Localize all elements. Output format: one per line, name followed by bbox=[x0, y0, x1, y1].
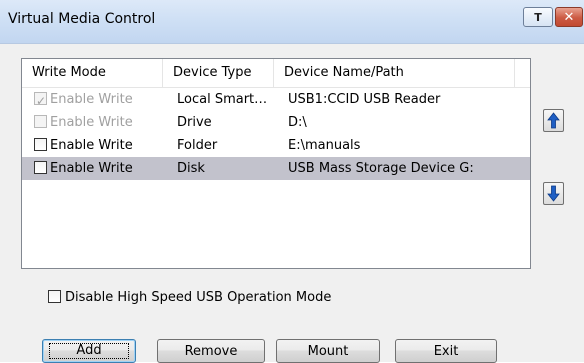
device-type-cell: Folder bbox=[177, 138, 218, 153]
write-mode-label: Enable Write bbox=[50, 138, 133, 153]
close-icon: ✕ bbox=[563, 9, 575, 25]
write-mode-label: Enable Write bbox=[50, 161, 133, 176]
remove-button[interactable]: Remove bbox=[157, 339, 265, 363]
table-row[interactable]: Enable Write Disk USB Mass Storage Device … bbox=[22, 157, 530, 180]
table-row[interactable]: Enable Write Folder E:\manuals bbox=[22, 134, 530, 157]
write-mode-cell[interactable]: Enable Write bbox=[34, 157, 133, 180]
title-bar[interactable]: Virtual Media Control T ✕ bbox=[0, 0, 584, 44]
move-up-button[interactable] bbox=[543, 109, 564, 132]
pin-icon: T bbox=[534, 10, 542, 24]
enable-write-checkbox[interactable] bbox=[34, 138, 47, 151]
device-type-cell: Local Smart… bbox=[177, 92, 268, 107]
add-button[interactable]: Add bbox=[42, 339, 136, 363]
table-row[interactable]: Enable Write Drive D:\ bbox=[22, 111, 530, 134]
dialog-content: Write Mode Device Type Device Name/Path … bbox=[0, 44, 584, 363]
enable-write-checkbox[interactable] bbox=[34, 161, 47, 174]
enable-write-checkbox: ✓ bbox=[34, 92, 47, 108]
table-row[interactable]: ✓ Enable Write Local Smart… USB1:CCID USB R… bbox=[22, 88, 530, 111]
device-name-cell: D:\ bbox=[288, 115, 307, 130]
write-mode-label: Enable Write bbox=[50, 92, 133, 107]
check-mark-icon: ✓ bbox=[36, 94, 47, 108]
virtual-media-window: Virtual Media Control T ✕ Write Mode Dev… bbox=[0, 0, 584, 363]
enable-write-checkbox bbox=[34, 115, 47, 128]
column-header-device-name[interactable]: Device Name/Path bbox=[274, 59, 515, 87]
disable-high-speed-checkbox[interactable] bbox=[48, 290, 61, 303]
exit-button[interactable]: Exit bbox=[395, 339, 497, 363]
close-button[interactable]: ✕ bbox=[555, 7, 583, 27]
disable-high-speed-label: Disable High Speed USB Operation Mode bbox=[65, 290, 332, 305]
write-mode-cell: Enable Write bbox=[34, 111, 133, 134]
disable-high-speed-option[interactable]: Disable High Speed USB Operation Mode bbox=[48, 289, 331, 307]
add-button-label: Add bbox=[49, 343, 129, 359]
move-down-button[interactable] bbox=[543, 182, 564, 205]
device-name-cell: USB1:CCID USB Reader bbox=[288, 92, 441, 107]
pin-button[interactable]: T bbox=[523, 7, 553, 27]
write-mode-cell[interactable]: Enable Write bbox=[34, 134, 133, 157]
list-header: Write Mode Device Type Device Name/Path bbox=[22, 59, 530, 88]
arrow-up-icon bbox=[547, 112, 560, 129]
arrow-down-icon bbox=[547, 185, 560, 202]
write-mode-label: Enable Write bbox=[50, 115, 133, 130]
column-header-write-mode[interactable]: Write Mode bbox=[22, 59, 163, 87]
write-mode-cell: ✓ Enable Write bbox=[34, 88, 133, 111]
column-header-device-type[interactable]: Device Type bbox=[163, 59, 274, 87]
device-name-cell: USB Mass Storage Device G: bbox=[288, 161, 474, 176]
device-list[interactable]: Write Mode Device Type Device Name/Path … bbox=[21, 58, 531, 269]
device-type-cell: Drive bbox=[177, 115, 212, 130]
device-name-cell: E:\manuals bbox=[288, 138, 361, 153]
window-title: Virtual Media Control bbox=[8, 11, 156, 27]
device-type-cell: Disk bbox=[177, 161, 205, 176]
mount-button[interactable]: Mount bbox=[276, 339, 380, 363]
